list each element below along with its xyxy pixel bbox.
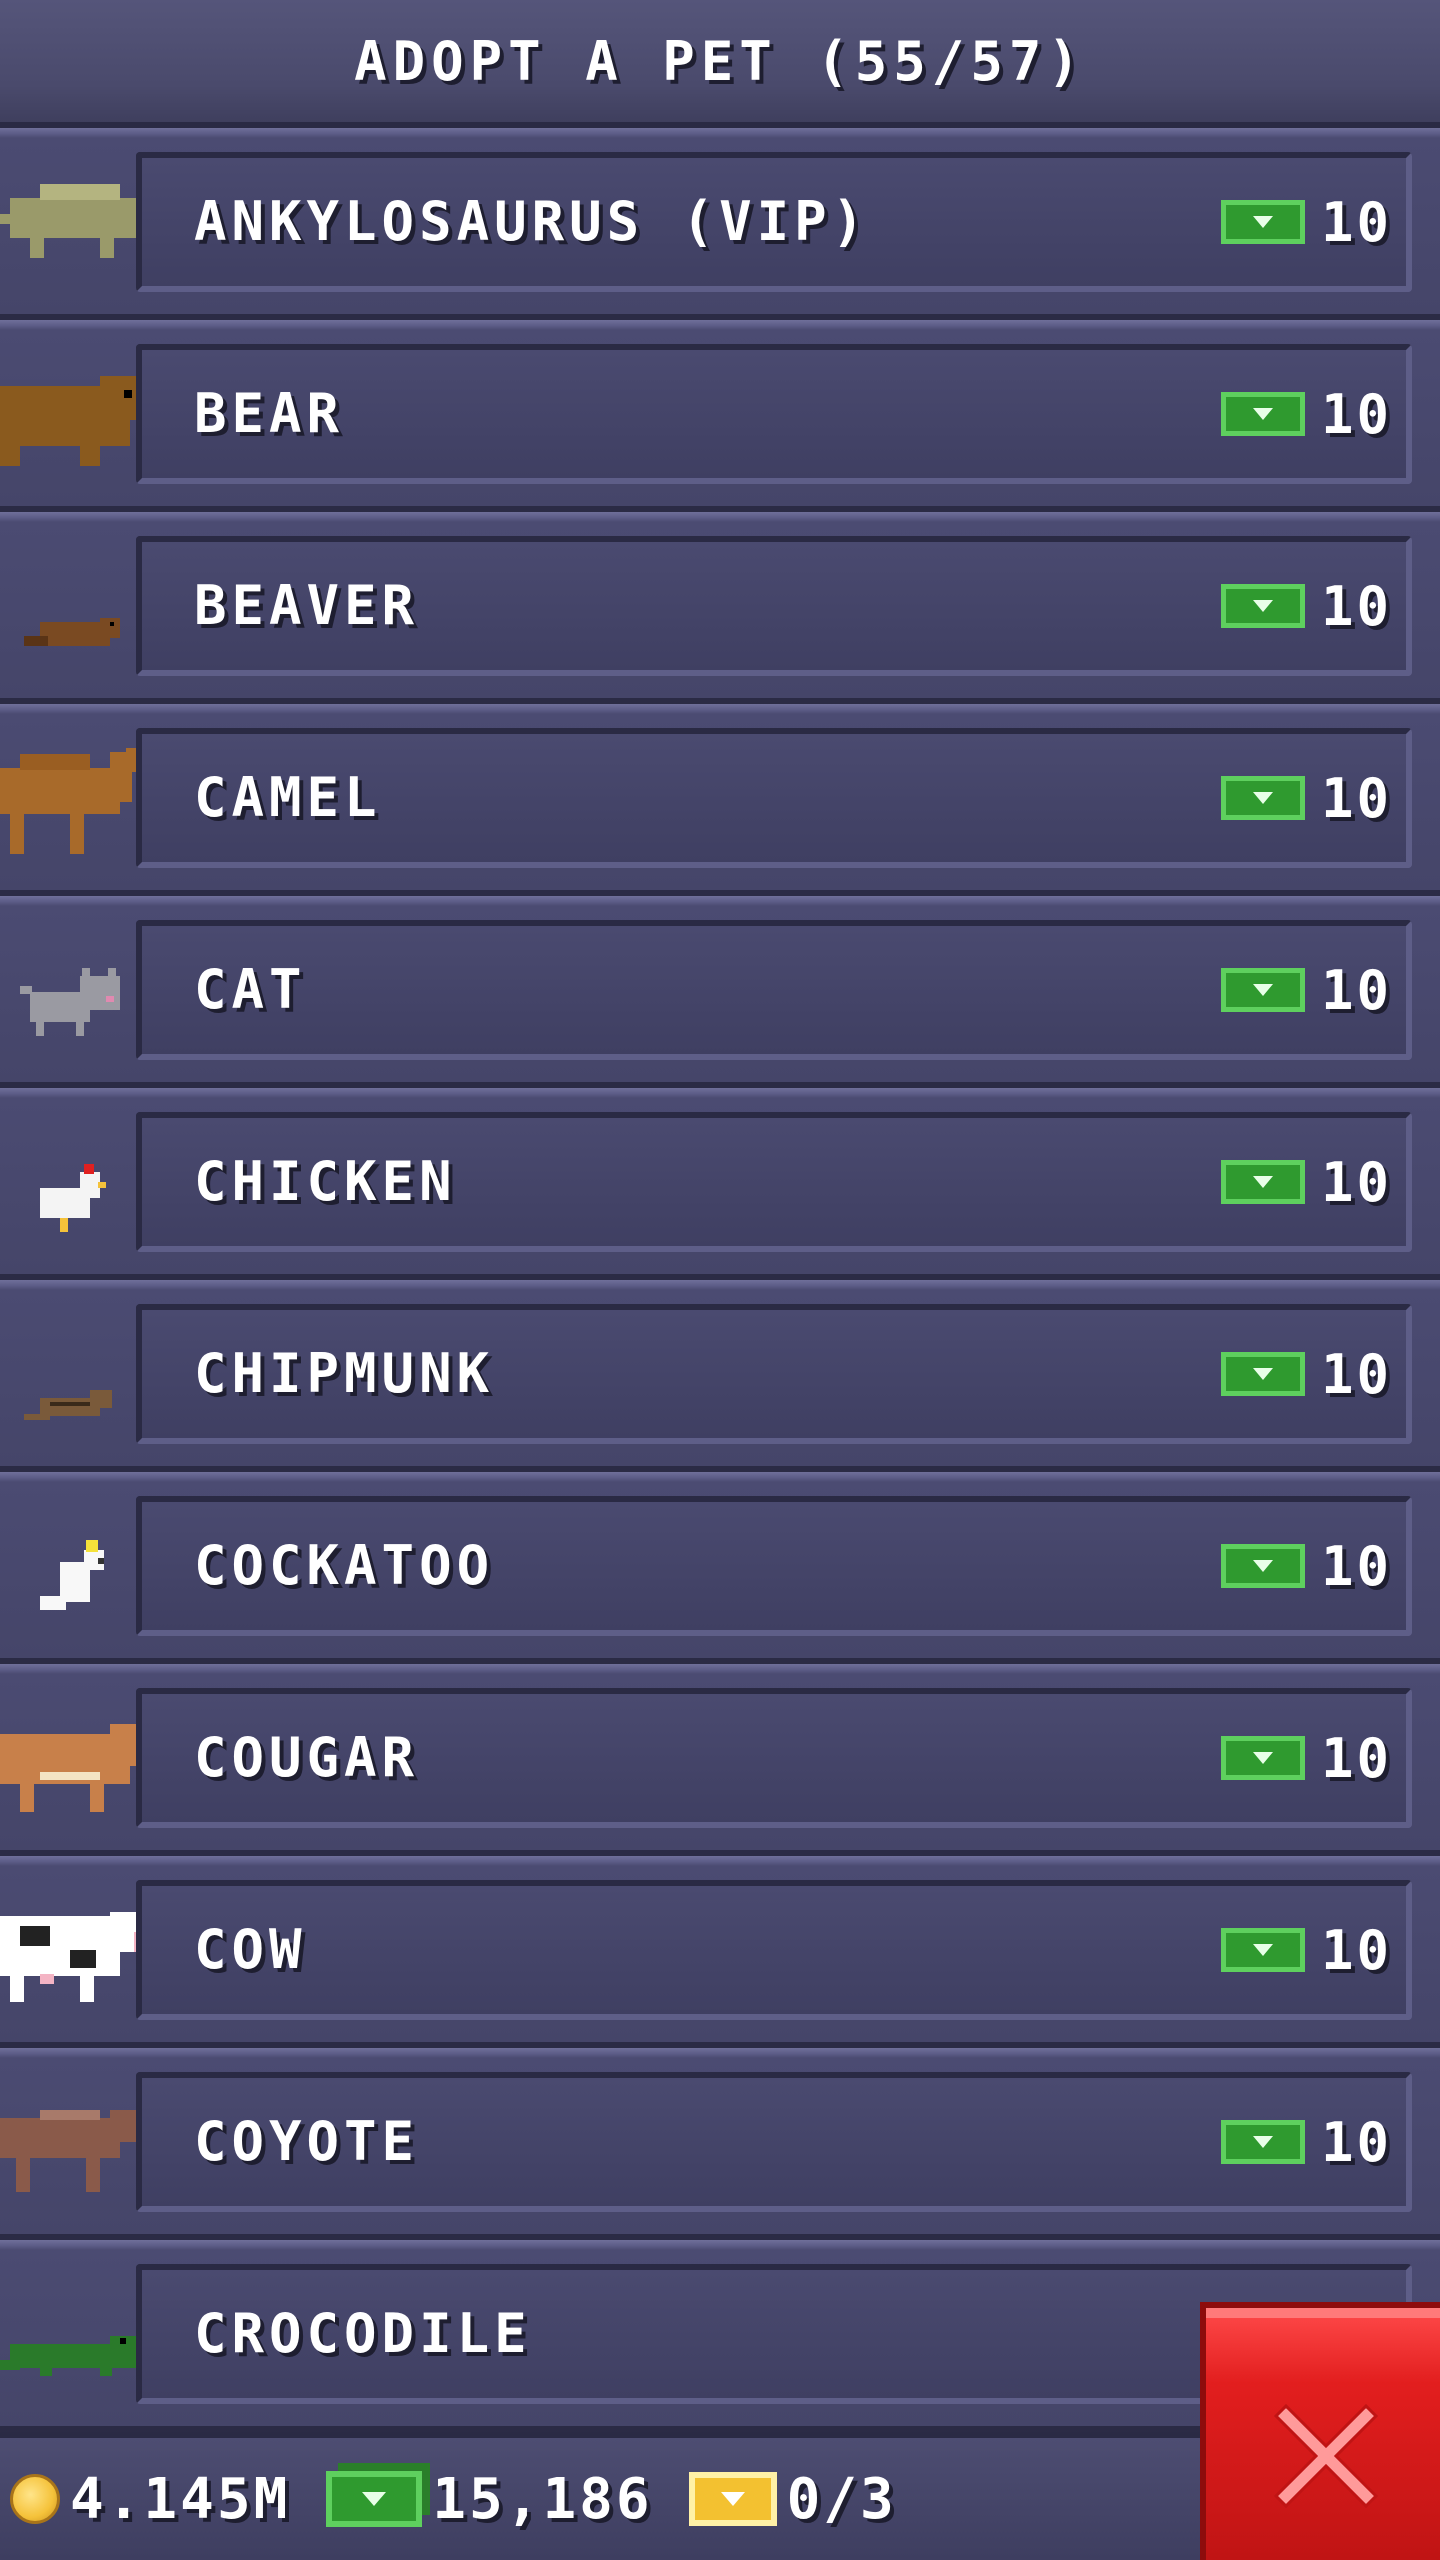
coins-stat: 4.145M: [10, 2467, 290, 2532]
cash-icon: [326, 2471, 423, 2527]
pet-price: 10: [1220, 734, 1392, 862]
adopt-button[interactable]: CHIPMUNK 10: [136, 1304, 1412, 1444]
pet-name: ANKYLOSAURUS (VIP): [194, 190, 870, 253]
cash-stat: 15,186: [326, 2467, 652, 2532]
adopt-button[interactable]: COW 10: [136, 1880, 1412, 2020]
adopt-button[interactable]: BEAVER 10: [136, 536, 1412, 676]
price-value: 10: [1320, 1342, 1392, 1406]
pet-price: 10: [1220, 1886, 1392, 2014]
adopt-button[interactable]: CAT 10: [136, 920, 1412, 1060]
pet-row-ankylosaurus[interactable]: ANKYLOSAURUS (VIP) 10: [0, 128, 1440, 320]
page-title: ADOPT A PET (55/57): [354, 29, 1086, 93]
pet-name: COCKATOO: [194, 1534, 495, 1597]
adopt-button[interactable]: BEAR 10: [136, 344, 1412, 484]
pet-name: CHICKEN: [194, 1150, 457, 1213]
pet-price: 10: [1220, 1310, 1392, 1438]
ticket-icon: [688, 2472, 777, 2526]
close-button[interactable]: [1200, 2302, 1440, 2560]
pet-name: CROCODILE: [194, 2302, 532, 2365]
cash-icon: [1220, 1160, 1305, 1204]
adopt-button[interactable]: CAMEL 10: [136, 728, 1412, 868]
pet-price: 10: [1220, 1118, 1392, 1246]
pet-name: CAMEL: [194, 766, 382, 829]
pet-price: 10: [1220, 2078, 1392, 2206]
cash-icon: [1220, 584, 1305, 628]
pet-row-cow[interactable]: COW 10: [0, 1856, 1440, 2048]
pet-price: 10: [1220, 1694, 1392, 1822]
pet-price: 10: [1220, 350, 1392, 478]
pet-name: CAT: [194, 958, 307, 1021]
pet-name: COYOTE: [194, 2110, 420, 2173]
price-value: 10: [1320, 382, 1392, 446]
coin-icon: [10, 2474, 60, 2524]
price-value: 10: [1320, 574, 1392, 638]
price-value: 10: [1320, 766, 1392, 830]
pet-name: CHIPMUNK: [194, 1342, 495, 1405]
pet-name: BEAVER: [194, 574, 420, 637]
pet-price: 10: [1220, 158, 1392, 286]
adopt-button[interactable]: COYOTE 10: [136, 2072, 1412, 2212]
adopt-button[interactable]: CHICKEN 10: [136, 1112, 1412, 1252]
pet-name: COW: [194, 1918, 307, 1981]
pet-row-cat[interactable]: CAT 10: [0, 896, 1440, 1088]
header-bar: ADOPT A PET (55/57): [0, 0, 1440, 128]
price-value: 10: [1320, 1918, 1392, 1982]
pet-row-coyote[interactable]: COYOTE 10: [0, 2048, 1440, 2240]
pet-row-chicken[interactable]: CHICKEN 10: [0, 1088, 1440, 1280]
price-value: 10: [1320, 1534, 1392, 1598]
price-value: 10: [1320, 1150, 1392, 1214]
pet-row-bear[interactable]: BEAR 10: [0, 320, 1440, 512]
cash-icon: [1220, 392, 1305, 436]
coins-value: 4.145M: [70, 2466, 291, 2532]
pet-price: 10: [1220, 1502, 1392, 1630]
cash-icon: [1220, 968, 1305, 1012]
tickets-value: 0/3: [786, 2466, 897, 2532]
adopt-button[interactable]: COCKATOO 10: [136, 1496, 1412, 1636]
pet-row-cockatoo[interactable]: COCKATOO 10: [0, 1472, 1440, 1664]
price-value: 10: [1320, 190, 1392, 254]
adopt-button[interactable]: ANKYLOSAURUS (VIP) 10: [136, 152, 1412, 292]
cash-icon: [1220, 1928, 1305, 1972]
pet-name: BEAR: [194, 382, 345, 445]
price-value: 10: [1320, 2110, 1392, 2174]
pet-row-cougar[interactable]: COUGAR 10: [0, 1664, 1440, 1856]
adopt-button[interactable]: COUGAR 10: [136, 1688, 1412, 1828]
cash-icon: [1220, 776, 1305, 820]
cash-icon: [1220, 1736, 1305, 1780]
price-value: 10: [1320, 958, 1392, 1022]
pet-row-beaver[interactable]: BEAVER 10: [0, 512, 1440, 704]
pet-row-camel[interactable]: CAMEL 10: [0, 704, 1440, 896]
cash-icon: [1220, 1352, 1305, 1396]
pet-name: COUGAR: [194, 1726, 420, 1789]
pet-row-chipmunk[interactable]: CHIPMUNK 10: [0, 1280, 1440, 1472]
cash-icon: [1220, 200, 1305, 244]
pet-price: 10: [1220, 926, 1392, 1054]
price-value: 10: [1320, 1726, 1392, 1790]
pet-list[interactable]: ANKYLOSAURUS (VIP) 10 BEAR 10 BEAVER 10 CAMEL 1…: [0, 128, 1440, 2432]
tickets-stat: 0/3: [688, 2466, 897, 2532]
pet-price: 10: [1220, 542, 1392, 670]
cash-icon: [1220, 1544, 1305, 1588]
close-icon: [1273, 2403, 1379, 2509]
cash-icon: [1220, 2120, 1305, 2164]
cash-value: 15,186: [432, 2466, 653, 2532]
